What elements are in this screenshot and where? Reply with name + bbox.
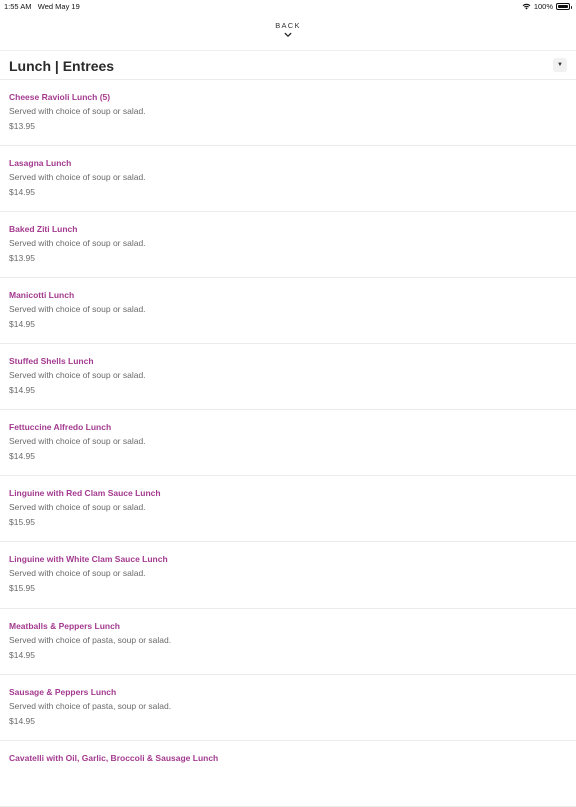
back-label: BACK — [275, 21, 301, 30]
item-description: Served with choice of soup or salad. — [9, 370, 146, 380]
menu-item[interactable]: Baked Ziti Lunch Served with choice of s… — [0, 212, 576, 278]
menu-item[interactable]: Linguine with Red Clam Sauce Lunch Serve… — [0, 476, 576, 542]
item-name: Fettuccine Alfredo Lunch — [9, 422, 112, 432]
menu-item[interactable]: Sausage & Peppers Lunch Served with choi… — [0, 675, 576, 741]
battery-percent: 100% — [533, 2, 553, 11]
menu-item[interactable]: Lasagna Lunch Served with choice of soup… — [0, 146, 576, 212]
item-price: $14.95 — [9, 319, 35, 329]
menu-item[interactable]: Cavatelli with Oil, Garlic, Broccoli & S… — [0, 741, 576, 807]
menu-item[interactable]: Linguine with White Clam Sauce Lunch Ser… — [0, 542, 576, 609]
item-description: Served with choice of soup or salad. — [9, 106, 146, 116]
caret-down-icon: ▼ — [557, 62, 563, 68]
item-price: $14.95 — [9, 716, 35, 726]
menu-item[interactable]: Cheese Ravioli Lunch (5) Served with cho… — [0, 80, 576, 146]
category-title: Lunch | Entrees — [9, 58, 115, 74]
item-name: Linguine with Red Clam Sauce Lunch — [9, 488, 161, 498]
item-price: $14.95 — [9, 187, 35, 197]
item-name: Cheese Ravioli Lunch (5) — [9, 92, 111, 102]
item-description: Served with choice of pasta, soup or sal… — [9, 635, 172, 645]
item-name: Sausage & Peppers Lunch — [9, 687, 117, 697]
item-name: Linguine with White Clam Sauce Lunch — [9, 554, 168, 564]
item-description: Served with choice of soup or salad. — [9, 304, 146, 314]
wifi-icon — [522, 3, 531, 10]
item-name: Baked Ziti Lunch — [9, 224, 78, 234]
chevron-down-icon — [284, 32, 292, 37]
item-description: Served with choice of soup or salad. — [9, 238, 146, 248]
item-name: Lasagna Lunch — [9, 158, 72, 168]
status-date: Wed May 19 — [37, 2, 80, 11]
status-bar-right: 100% — [522, 2, 572, 11]
item-price: $15.95 — [9, 517, 35, 527]
menu-item[interactable]: Fettuccine Alfredo Lunch Served with cho… — [0, 410, 576, 476]
item-price: $14.95 — [9, 385, 35, 395]
item-price: $15.95 — [9, 583, 35, 593]
item-description: Served with choice of soup or salad. — [9, 436, 146, 446]
item-price: $13.95 — [9, 253, 35, 263]
battery-icon — [556, 3, 572, 10]
item-name: Meatballs & Peppers Lunch — [9, 621, 120, 631]
status-bar-left: 1:55 AM Wed May 19 — [4, 2, 80, 11]
item-price: $14.95 — [9, 650, 35, 660]
item-description: Served with choice of soup or salad. — [9, 502, 146, 512]
item-description: Served with choice of pasta, soup or sal… — [9, 701, 172, 711]
back-button[interactable]: BACK — [0, 20, 576, 46]
category-dropdown-button[interactable]: ▼ — [553, 58, 567, 72]
item-price: $13.95 — [9, 121, 35, 131]
item-description: Served with choice of soup or salad. — [9, 568, 146, 578]
menu-list: Cheese Ravioli Lunch (5) Served with cho… — [0, 80, 576, 807]
item-description: Served with choice of soup or salad. — [9, 172, 146, 182]
status-time: 1:55 AM — [4, 2, 32, 11]
item-name: Stuffed Shells Lunch — [9, 356, 94, 366]
menu-item[interactable]: Meatballs & Peppers Lunch Served with ch… — [0, 609, 576, 675]
menu-item[interactable]: Stuffed Shells Lunch Served with choice … — [0, 344, 576, 410]
item-price: $14.95 — [9, 451, 35, 461]
category-header: Lunch | Entrees ▼ — [0, 50, 576, 80]
item-name: Manicotti Lunch — [9, 290, 75, 300]
menu-item[interactable]: Manicotti Lunch Served with choice of so… — [0, 278, 576, 344]
battery-fill — [558, 5, 568, 8]
item-name: Cavatelli with Oil, Garlic, Broccoli & S… — [9, 753, 219, 763]
status-bar: 1:55 AM Wed May 19 100% — [0, 0, 576, 14]
